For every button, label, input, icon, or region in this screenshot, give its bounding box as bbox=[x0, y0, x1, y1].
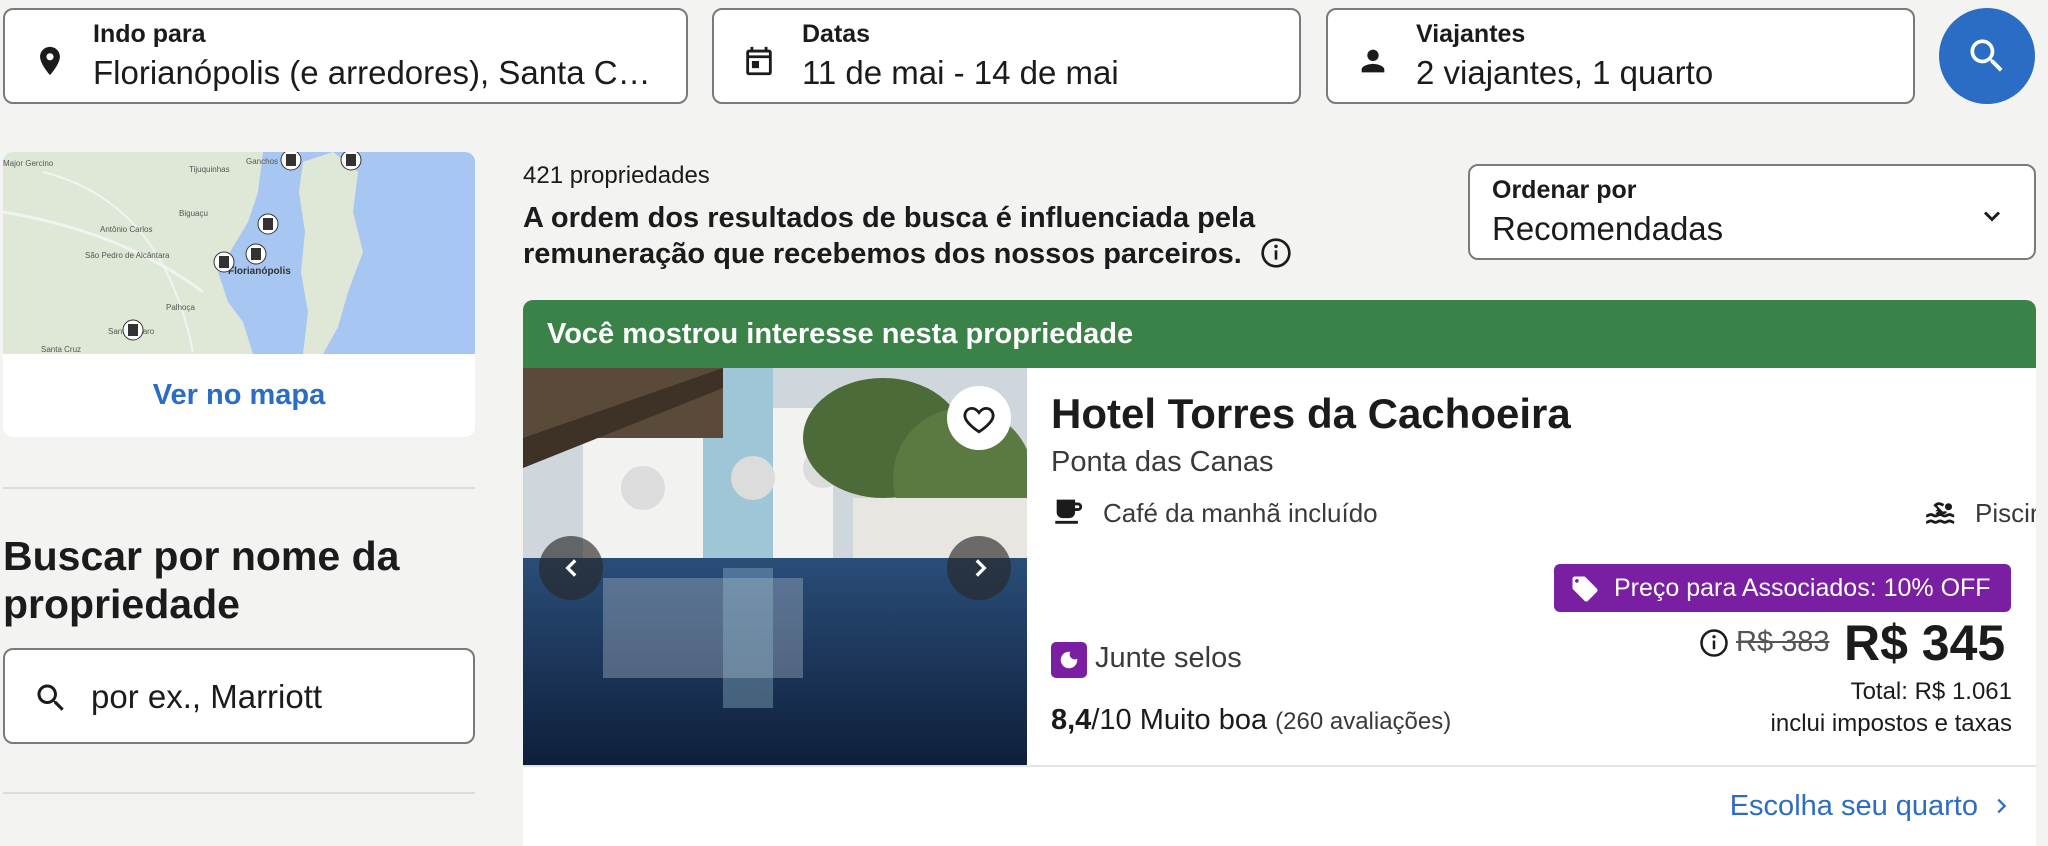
destination-field[interactable]: Indo para Florianópolis (e arredores), S… bbox=[3, 8, 688, 104]
heart-icon bbox=[963, 406, 995, 434]
map-label: Biguaçu bbox=[179, 209, 208, 218]
price-info-icon[interactable] bbox=[1699, 628, 1729, 658]
hotel-marker-icon[interactable] bbox=[245, 243, 267, 265]
destination-value: Florianópolis (e arredores), Santa Catar… bbox=[93, 54, 666, 91]
choose-room-link[interactable]: Escolha seu quarto bbox=[1730, 790, 2012, 823]
map-label: Santa Cruz bbox=[41, 345, 81, 354]
sort-dropdown[interactable]: Ordenar por Recomendadas bbox=[1468, 164, 2036, 260]
chevron-left-icon bbox=[565, 559, 577, 577]
hotel-name[interactable]: Hotel Torres da Cachoeira bbox=[1051, 390, 1571, 438]
map-label: Antônio Carlos bbox=[100, 225, 152, 234]
search-icon bbox=[1970, 39, 2003, 72]
amenity-label: Café da manhã incluído bbox=[1103, 498, 1378, 528]
hotel-marker-icon[interactable] bbox=[280, 152, 302, 171]
search-by-name-title: Buscar por nome da propriedade bbox=[3, 533, 400, 627]
travelers-field[interactable]: Viajantes 2 viajantes, 1 quarto bbox=[1326, 8, 1915, 104]
listing-card[interactable]: Você mostrou interesse nesta propriedade bbox=[523, 300, 2036, 846]
card-divider bbox=[523, 765, 2036, 767]
info-icon[interactable] bbox=[1260, 237, 1292, 269]
disclaimer-text: A ordem dos resultados de busca é influe… bbox=[523, 202, 1256, 270]
hotel-photo[interactable] bbox=[523, 368, 1027, 765]
choose-room-label: Escolha seu quarto bbox=[1729, 790, 1978, 822]
taxes-note: inclui impostos e taxas bbox=[1770, 710, 2012, 737]
chevron-down-icon bbox=[1983, 211, 2001, 222]
chevron-right-icon bbox=[1997, 798, 2007, 814]
rating-score: 8,4 bbox=[1051, 704, 1092, 736]
hotel-location: Ponta das Canas bbox=[1051, 446, 1274, 478]
dates-value: 11 de mai - 14 de mai bbox=[802, 54, 1119, 91]
map-label: Palhoça bbox=[166, 303, 195, 312]
moon-icon bbox=[1060, 651, 1078, 669]
map-label: Florianópolis bbox=[228, 266, 291, 277]
member-price-badge: Preço para Associados: 10% OFF bbox=[1554, 564, 2011, 612]
stamps-label: Junte selos bbox=[1095, 642, 1242, 674]
original-price: R$ 383 bbox=[1736, 626, 1830, 658]
property-name-input[interactable] bbox=[91, 672, 451, 722]
current-price: R$ 345 bbox=[1844, 615, 2006, 671]
amenity-label: Piscina bbox=[1975, 498, 2036, 528]
hotel-marker-icon[interactable] bbox=[122, 319, 144, 341]
hotel-marker-icon[interactable] bbox=[340, 152, 362, 171]
travelers-value: 2 viajantes, 1 quarto bbox=[1416, 54, 1714, 91]
chevron-right-icon bbox=[975, 559, 987, 577]
map-label: Ganchos bbox=[246, 157, 278, 166]
divider bbox=[3, 792, 475, 794]
search-icon bbox=[37, 684, 64, 711]
location-pin-icon bbox=[40, 46, 60, 76]
coffee-cup-icon bbox=[1055, 499, 1083, 524]
map-card[interactable]: Ganchos Tijuquinhas Biguaçu Antônio Carl… bbox=[3, 152, 475, 437]
pool-icon bbox=[1926, 502, 1955, 524]
calendar-icon bbox=[746, 46, 772, 76]
sort-label: Ordenar por bbox=[1492, 176, 1637, 204]
sort-value: Recomendadas bbox=[1492, 210, 1724, 247]
guest-rating: 8,4/10 Muito boa (260 avaliações) bbox=[1051, 704, 1451, 737]
stamp-badge bbox=[1051, 642, 1087, 678]
map-label: Major Gercino bbox=[3, 159, 54, 168]
review-count: (260 avaliações) bbox=[1275, 708, 1452, 735]
property-name-search-field[interactable] bbox=[3, 648, 475, 744]
interest-banner: Você mostrou interesse nesta propriedade bbox=[523, 300, 2036, 368]
rating-scale: /10 bbox=[1091, 704, 1132, 736]
map-label: Tijuquinhas bbox=[189, 165, 230, 174]
destination-label: Indo para bbox=[93, 20, 206, 48]
map-label: São Pedro de Alcântara bbox=[85, 251, 170, 260]
previous-photo-button[interactable] bbox=[539, 536, 603, 600]
divider bbox=[3, 487, 475, 489]
ranking-disclaimer: A ordem dos resultados de busca é influe… bbox=[523, 200, 1443, 272]
total-price: Total: R$ 1.061 bbox=[1850, 678, 2012, 705]
tag-icon bbox=[1572, 576, 1598, 602]
person-icon bbox=[1361, 49, 1385, 73]
view-on-map-link[interactable]: Ver no mapa bbox=[3, 354, 475, 437]
dates-field[interactable]: Datas 11 de mai - 14 de mai bbox=[712, 8, 1301, 104]
favorite-button[interactable] bbox=[947, 386, 1011, 450]
search-button[interactable] bbox=[1939, 8, 2035, 104]
dates-label: Datas bbox=[802, 20, 871, 48]
property-count: 421 propriedades bbox=[523, 162, 710, 189]
rating-text: Muito boa bbox=[1139, 704, 1268, 736]
deal-text: Preço para Associados: 10% OFF bbox=[1614, 574, 1991, 602]
travelers-label: Viajantes bbox=[1416, 20, 1526, 48]
map-thumbnail[interactable]: Ganchos Tijuquinhas Biguaçu Antônio Carl… bbox=[3, 152, 475, 354]
hotel-marker-icon[interactable] bbox=[213, 251, 235, 273]
next-photo-button[interactable] bbox=[947, 536, 1011, 600]
hotel-marker-icon[interactable] bbox=[257, 213, 279, 235]
